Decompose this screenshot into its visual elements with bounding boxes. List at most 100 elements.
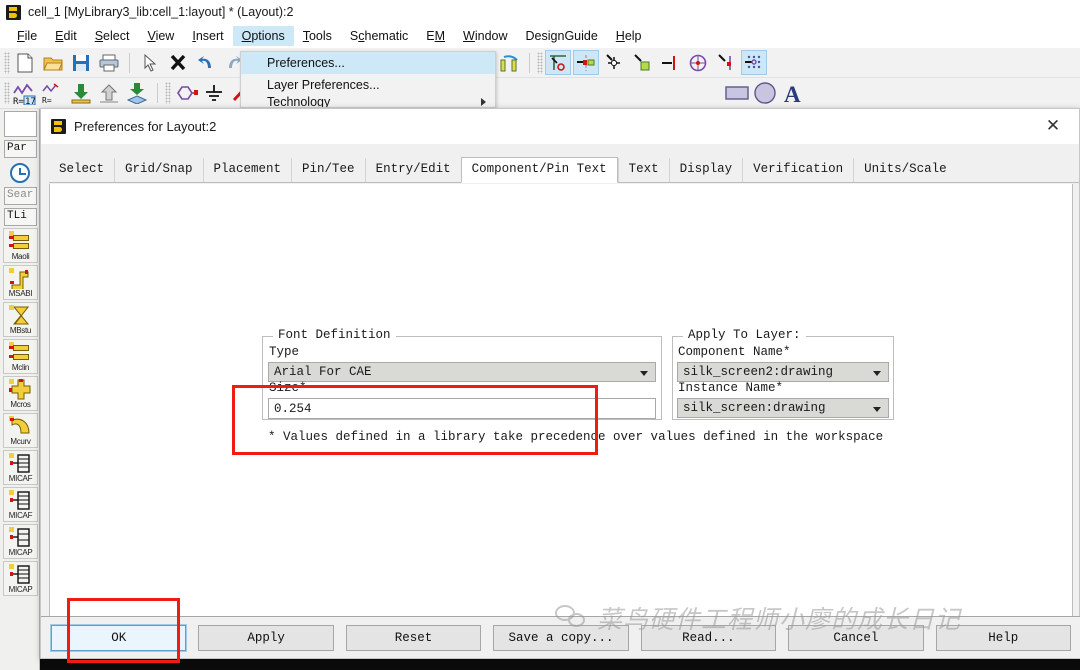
- close-icon[interactable]: ✕: [1035, 113, 1071, 139]
- tab-text[interactable]: Text: [617, 158, 669, 182]
- menu-item-insert[interactable]: Insert: [183, 26, 232, 46]
- font-size-value: 0.254: [274, 401, 312, 416]
- undo-icon[interactable]: [193, 50, 219, 75]
- tab-grid-snap[interactable]: Grid/Snap: [114, 158, 203, 182]
- palette-item-msabnd[interactable]: MSABI: [3, 265, 38, 300]
- menu-item-schematic[interactable]: Schematic: [341, 26, 417, 46]
- menu-item-help[interactable]: Help: [607, 26, 651, 46]
- toolbar-grip[interactable]: [165, 82, 171, 104]
- palette-item-label: MICAP: [8, 548, 33, 557]
- component-palette-sidebar: Par Sear TLi Maoli MSABI MBstu Mclin Mcr…: [0, 109, 40, 670]
- menu-item-view[interactable]: View: [138, 26, 183, 46]
- toolbar-separator: [129, 52, 130, 73]
- port-icon[interactable]: [173, 81, 199, 106]
- snap-vertex-icon[interactable]: [601, 50, 627, 75]
- chevron-down-icon: [873, 371, 881, 376]
- delete-x-icon[interactable]: [165, 50, 191, 75]
- palette-item-label: Mcros: [10, 400, 31, 409]
- rectangle-icon[interactable]: [724, 81, 750, 106]
- menu-option-layer-preferences[interactable]: Layer Preferences...: [241, 74, 495, 96]
- layout-sync-icon[interactable]: [124, 81, 150, 106]
- print-icon[interactable]: [96, 50, 122, 75]
- palette-item-mlin[interactable]: Maoli: [3, 228, 38, 263]
- open-folder-icon[interactable]: [40, 50, 66, 75]
- menu-item-file[interactable]: FFileile: [8, 26, 46, 46]
- dialog-titlebar: Preferences for Layout:2 ✕: [41, 109, 1079, 144]
- text-icon[interactable]: A: [780, 81, 806, 106]
- tab-placement[interactable]: Placement: [202, 158, 292, 182]
- tab-units-scale[interactable]: Units/Scale: [853, 158, 957, 182]
- toolbar-grip[interactable]: [4, 82, 10, 104]
- tab-verification[interactable]: Verification: [742, 158, 854, 182]
- options-dropdown-menu: Preferences... Layer Preferences... Tech…: [240, 51, 496, 108]
- apply-to-layer-title: Apply To Layer:: [683, 328, 806, 342]
- circle-icon[interactable]: [752, 81, 778, 106]
- menu-item-edit[interactable]: Edit: [46, 26, 86, 46]
- toolbar-simulation: R= 17 R= A: [0, 78, 1080, 109]
- palette-item-label: MSABI: [8, 289, 33, 298]
- font-type-dropdown[interactable]: Arial For CAE: [268, 362, 656, 382]
- palette-label: Par: [4, 140, 37, 158]
- pointer-arrow-icon[interactable]: [137, 50, 163, 75]
- ads-app-logo: [51, 119, 66, 134]
- tab-entry-edit[interactable]: Entry/Edit: [364, 158, 461, 182]
- ok-button[interactable]: OK: [49, 623, 188, 652]
- instance-name-dropdown[interactable]: silk_screen:drawing: [677, 398, 889, 418]
- menu-item-window[interactable]: Window: [454, 26, 516, 46]
- mirror-vertical-icon[interactable]: [496, 50, 522, 75]
- search-input[interactable]: Sear: [4, 187, 37, 205]
- save-a-copy-button[interactable]: Save a copy...: [493, 624, 629, 651]
- font-definition-group: Font Definition Type Arial For CAE Size*…: [262, 328, 662, 420]
- download-to-icon[interactable]: [68, 81, 94, 106]
- menu-item-select[interactable]: Select: [86, 26, 139, 46]
- palette-item-label: MICAF: [8, 511, 33, 520]
- new-document-icon[interactable]: [12, 50, 38, 75]
- snap-intersection-icon[interactable]: [713, 50, 739, 75]
- snap-center-icon[interactable]: [685, 50, 711, 75]
- palette-item-micap-4[interactable]: MICAP: [3, 561, 38, 596]
- optim-cockpit-icon[interactable]: R= 17: [12, 81, 38, 106]
- palette-item-micap-2[interactable]: MICAF: [3, 487, 38, 522]
- mcross-icon: [8, 379, 33, 400]
- snap-midpoint-icon[interactable]: [657, 50, 683, 75]
- chevron-down-icon: [873, 407, 881, 412]
- component-name-dropdown[interactable]: silk_screen2:drawing: [677, 362, 889, 382]
- toolbar-grip[interactable]: [537, 51, 543, 74]
- palette-item-micap-3[interactable]: MICAP: [3, 524, 38, 559]
- toolbar-grip[interactable]: [4, 51, 10, 74]
- tab-select[interactable]: Select: [49, 158, 115, 182]
- snap-grid-icon[interactable]: [741, 50, 767, 75]
- save-disk-icon[interactable]: [68, 50, 94, 75]
- menu-item-designguide[interactable]: DesignGuide: [517, 26, 607, 46]
- ground-icon[interactable]: [201, 81, 227, 106]
- tune-parameters-icon[interactable]: R=: [40, 81, 66, 106]
- palette-item-micap-1[interactable]: MICAF: [3, 450, 38, 485]
- apply-button[interactable]: Apply: [198, 624, 334, 651]
- palette-item-mbstub[interactable]: MBstu: [3, 302, 38, 337]
- window-title: cell_1 [MyLibrary3_lib:cell_1:layout] * …: [28, 5, 294, 19]
- menu-item-options[interactable]: Options: [232, 26, 294, 46]
- font-size-input[interactable]: 0.254: [268, 398, 656, 419]
- upload-from-icon[interactable]: [96, 81, 122, 106]
- reset-button[interactable]: Reset: [345, 624, 482, 651]
- snap-pin-icon[interactable]: [573, 50, 599, 75]
- snap-origin-icon[interactable]: [545, 50, 571, 75]
- palette-item-mcurve[interactable]: Mcurv: [3, 413, 38, 448]
- library-label[interactable]: TLi: [4, 208, 37, 226]
- tab-component-pin-text[interactable]: Component/Pin Text: [460, 157, 618, 183]
- tab-pin-tee[interactable]: Pin/Tee: [291, 158, 365, 182]
- cancel-button[interactable]: Cancel: [788, 624, 924, 651]
- micap-icon: [8, 564, 33, 585]
- menu-item-em[interactable]: EM: [417, 26, 454, 46]
- help-button[interactable]: Help: [935, 624, 1071, 651]
- read-button[interactable]: Read...: [640, 624, 777, 651]
- palette-item-mclin[interactable]: Mclin: [3, 339, 38, 374]
- menu-option-technology[interactable]: Technology: [241, 96, 495, 108]
- clock-history-icon[interactable]: [9, 163, 30, 183]
- snap-edge-icon[interactable]: [629, 50, 655, 75]
- menu-item-tools[interactable]: Tools: [294, 26, 341, 46]
- palette-item-label: Mcurv: [10, 437, 31, 446]
- tab-display[interactable]: Display: [668, 158, 743, 182]
- menu-option-preferences[interactable]: Preferences...: [241, 52, 495, 74]
- palette-item-mcross[interactable]: Mcros: [3, 376, 38, 411]
